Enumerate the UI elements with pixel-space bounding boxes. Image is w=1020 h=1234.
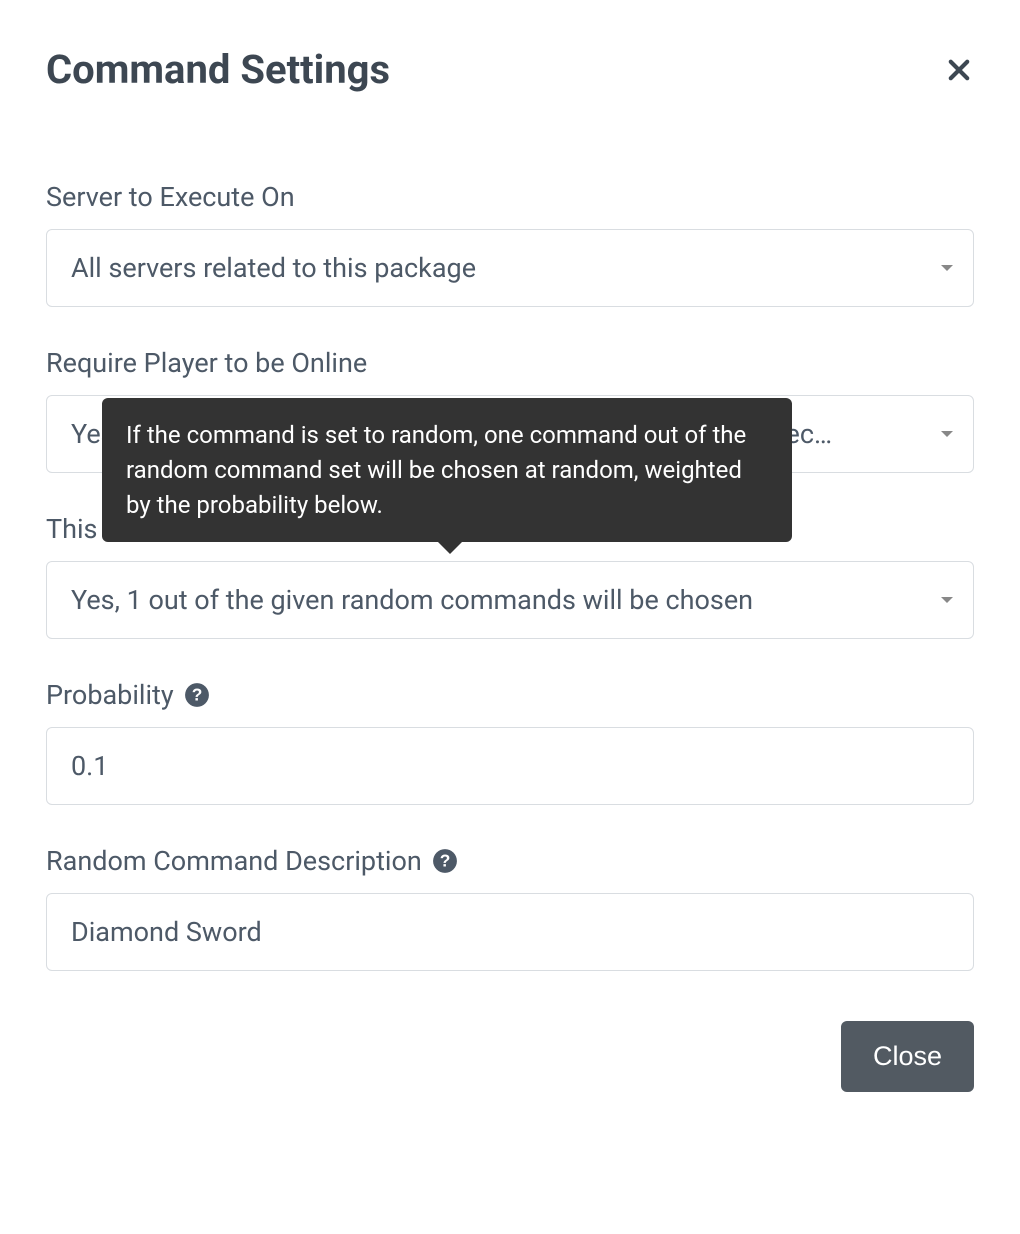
chevron-down-icon — [941, 597, 953, 603]
field-description: Random Command Description ? — [46, 845, 974, 971]
label-probability: Probability ? — [46, 679, 974, 711]
field-server: Server to Execute On All servers related… — [46, 181, 974, 307]
label-require-online: Require Player to be Online — [46, 347, 974, 379]
description-input[interactable] — [46, 893, 974, 971]
chevron-down-icon — [941, 265, 953, 271]
label-description: Random Command Description ? — [46, 845, 974, 877]
chevron-down-icon — [941, 431, 953, 437]
field-probability: Probability ? — [46, 679, 974, 805]
server-select-value: All servers related to this package — [71, 252, 476, 284]
label-require-online-text: Require Player to be Online — [46, 347, 367, 379]
close-icon[interactable] — [944, 54, 974, 86]
modal-title: Command Settings — [46, 46, 390, 93]
svg-text:?: ? — [439, 850, 450, 870]
is-random-select-value: Yes, 1 out of the given random commands … — [71, 584, 753, 616]
label-probability-text: Probability — [46, 679, 174, 711]
label-server-text: Server to Execute On — [46, 181, 295, 213]
close-button[interactable]: Close — [841, 1021, 974, 1092]
is-random-select[interactable]: Yes, 1 out of the given random commands … — [46, 561, 974, 639]
svg-text:?: ? — [191, 684, 202, 704]
command-settings-modal: Command Settings Server to Execute On Al… — [0, 0, 1020, 1138]
label-description-text: Random Command Description — [46, 845, 422, 877]
probability-input[interactable] — [46, 727, 974, 805]
help-icon[interactable]: ? — [432, 848, 458, 874]
modal-footer: Close — [46, 1021, 974, 1092]
server-select[interactable]: All servers related to this package — [46, 229, 974, 307]
tooltip-text: If the command is set to random, one com… — [126, 421, 746, 519]
random-help-tooltip: If the command is set to random, one com… — [102, 398, 792, 542]
help-icon[interactable]: ? — [184, 682, 210, 708]
modal-header: Command Settings — [46, 46, 974, 93]
label-server: Server to Execute On — [46, 181, 974, 213]
